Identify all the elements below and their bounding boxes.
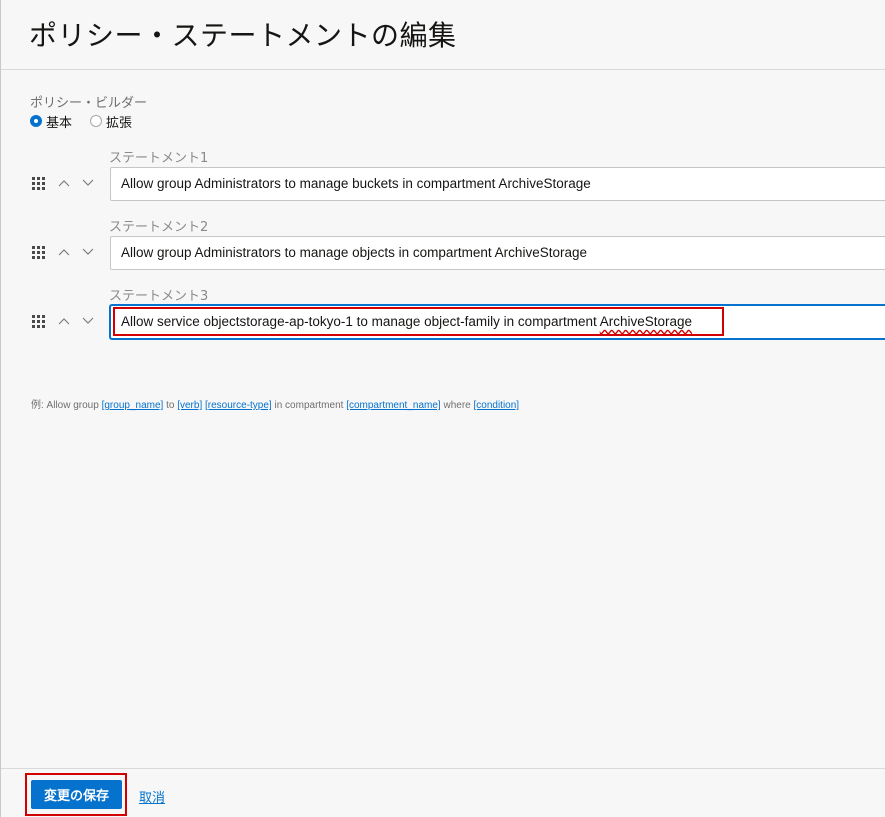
- statement-row-3: ステートメント3 Allow service objectstorage-ap-…: [1, 285, 885, 349]
- panel-header: ポリシー・ステートメントの編集: [1, 0, 885, 70]
- statement-input-2[interactable]: Allow group Administrators to manage obj…: [110, 236, 885, 270]
- syntax-example: 例: Allow group [group_name] to [verb] [r…: [31, 396, 519, 411]
- statement-input-3[interactable]: Allow service objectstorage-ap-tokyo-1 t…: [110, 305, 885, 339]
- statement-label: ステートメント1: [109, 151, 209, 166]
- drag-handle-icon[interactable]: [32, 315, 47, 330]
- page-title: ポリシー・ステートメントの編集: [29, 19, 457, 52]
- radio-basic-indicator[interactable]: [30, 115, 42, 127]
- radio-advanced[interactable]: 拡張: [90, 112, 132, 131]
- chevron-up-icon[interactable]: [57, 175, 71, 191]
- example-where: where: [440, 400, 474, 411]
- group-name-link[interactable]: [group_name]: [102, 400, 164, 411]
- radio-basic[interactable]: 基本: [30, 112, 72, 131]
- chevron-down-icon[interactable]: [81, 175, 95, 191]
- resource-type-link[interactable]: [resource-type]: [205, 400, 272, 411]
- condition-link[interactable]: [condition]: [474, 400, 520, 411]
- chevron-up-icon[interactable]: [57, 313, 71, 329]
- chevron-up-icon[interactable]: [57, 244, 71, 260]
- statement-input-1[interactable]: Allow group Administrators to manage buc…: [110, 167, 885, 201]
- statement-label: ステートメント2: [109, 220, 209, 235]
- radio-advanced-indicator[interactable]: [90, 115, 103, 127]
- example-prefix: 例: Allow group: [31, 400, 102, 411]
- cancel-link[interactable]: 取消: [139, 787, 165, 806]
- example-in-compartment: in compartment: [271, 400, 347, 411]
- statement-row-2: ステートメント2 Allow group Administrators to m…: [1, 216, 885, 280]
- verb-link[interactable]: [verb]: [177, 400, 202, 411]
- policy-builder-mode-group: 基本 拡張: [30, 112, 150, 131]
- drag-handle-icon[interactable]: [32, 177, 47, 192]
- statement-label: ステートメント3: [109, 289, 209, 304]
- chevron-down-icon[interactable]: [81, 313, 95, 329]
- drag-handle-icon[interactable]: [32, 246, 47, 261]
- compartment-name-link[interactable]: [compartment_name]: [346, 400, 441, 411]
- statement-text: Allow service objectstorage-ap-tokyo-1 t…: [121, 314, 600, 329]
- save-changes-button[interactable]: 変更の保存: [31, 780, 122, 809]
- chevron-down-icon[interactable]: [81, 244, 95, 260]
- policy-builder-label: ポリシー・ビルダー: [30, 96, 148, 111]
- spellcheck-flagged-word: ArchiveStorage: [599, 314, 693, 329]
- edit-policy-panel: ポリシー・ステートメントの編集 ポリシー・ビルダー 基本 拡張 ステートメント1…: [0, 0, 885, 817]
- radio-advanced-label: 拡張: [106, 115, 133, 131]
- example-to: to: [163, 400, 178, 411]
- radio-basic-label: 基本: [46, 115, 73, 131]
- statement-row-1: ステートメント1 Allow group Administrators to m…: [1, 147, 885, 211]
- panel-footer: [1, 768, 885, 817]
